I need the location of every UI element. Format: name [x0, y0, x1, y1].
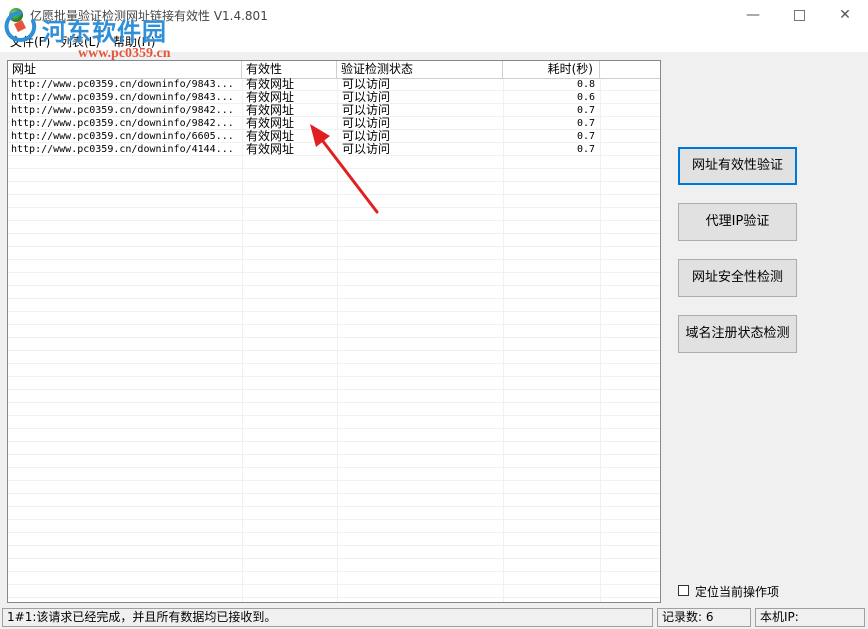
cell-status: 可以访问: [342, 78, 391, 91]
cell-url: http://www.pc0359.cn/downinfo/9842...: [11, 105, 234, 116]
table-row[interactable]: http://www.pc0359.cn/downinfo/9843... 有效…: [8, 91, 660, 104]
cell-time: 0.6: [576, 92, 595, 103]
cell-url: http://www.pc0359.cn/downinfo/9842...: [11, 118, 234, 129]
cell-validity: 有效网址: [246, 104, 295, 117]
grid-vline: [242, 78, 243, 602]
cell-status: 可以访问: [342, 91, 391, 104]
column-header-validity[interactable]: 有效性: [242, 61, 337, 78]
url-security-button[interactable]: 网址安全性检测: [678, 259, 797, 297]
column-header-url[interactable]: 网址: [8, 61, 242, 78]
checkbox-label: 定位当前操作项: [695, 585, 780, 599]
maximize-button[interactable]: [776, 0, 822, 30]
watermark-logo-icon: [4, 11, 37, 42]
checkbox-box[interactable]: [678, 585, 689, 596]
cell-status: 可以访问: [342, 104, 391, 117]
annotation-arrow-icon: [310, 124, 379, 214]
cell-url: http://www.pc0359.cn/downinfo/4144...: [11, 144, 234, 155]
cell-time: 0.7: [576, 118, 595, 129]
cell-time: 0.8: [576, 79, 595, 90]
grid-vline: [600, 78, 601, 602]
column-header-time[interactable]: 耗时(秒): [503, 61, 600, 78]
column-header-status[interactable]: 验证检测状态: [337, 61, 503, 78]
domain-registration-button[interactable]: 域名注册状态检测: [678, 315, 797, 353]
status-message: 1#1:该请求已经完成，并且所有数据均已接收到。: [2, 608, 653, 627]
proxy-ip-button[interactable]: 代理IP验证: [678, 203, 797, 241]
cell-url: http://www.pc0359.cn/downinfo/6605...: [11, 131, 234, 142]
cell-validity: 有效网址: [246, 91, 295, 104]
cell-time: 0.7: [576, 144, 595, 155]
cell-time: 0.7: [576, 131, 595, 142]
url-validity-button[interactable]: 网址有效性验证: [678, 147, 797, 185]
watermark-title: 河东软件园: [42, 17, 167, 46]
cell-url: http://www.pc0359.cn/downinfo/9843...: [11, 79, 234, 90]
status-bar: 1#1:该请求已经完成，并且所有数据均已接收到。 记录数: 6 本机IP:: [0, 606, 868, 629]
close-button[interactable]: ✕: [822, 0, 868, 30]
maximize-icon: [793, 9, 805, 21]
local-ip: 本机IP:: [755, 608, 865, 627]
minimize-button[interactable]: —: [730, 0, 776, 30]
cell-url: http://www.pc0359.cn/downinfo/9843...: [11, 92, 234, 103]
list-header: 网址 有效性 验证检测状态 耗时(秒): [8, 61, 660, 79]
cell-time: 0.7: [576, 105, 595, 116]
record-count: 记录数: 6: [657, 608, 751, 627]
cell-validity: 有效网址: [246, 78, 295, 91]
table-row[interactable]: http://www.pc0359.cn/downinfo/9842... 有效…: [8, 104, 660, 117]
table-row[interactable]: http://www.pc0359.cn/downinfo/9843... 有效…: [8, 78, 660, 91]
grid-vline: [503, 78, 504, 602]
